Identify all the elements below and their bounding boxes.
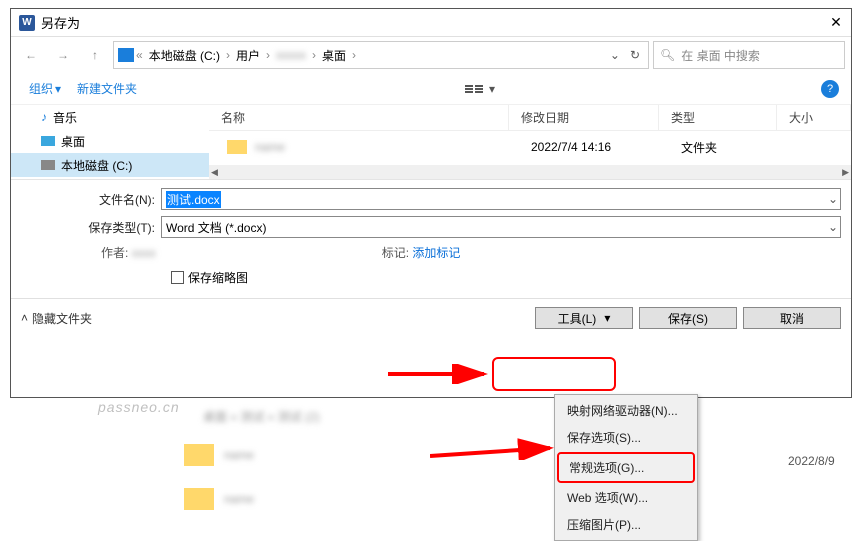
titlebar: W 另存为 ✕	[11, 9, 851, 37]
list-row[interactable]: name 2022/7/4 14:16 文件夹	[209, 131, 851, 163]
filetype-select[interactable]: Word 文档 (*.docx) ⌄	[161, 216, 841, 238]
organize-button[interactable]: 组织▾	[23, 76, 67, 101]
view-mode-icon[interactable]	[465, 85, 483, 93]
path-seg-drive[interactable]: 本地磁盘 (C:)	[145, 45, 224, 66]
menu-item-save-options[interactable]: 保存选项(S)...	[557, 424, 695, 451]
help-icon[interactable]: ?	[821, 80, 839, 98]
filetype-value: Word 文档 (*.docx)	[166, 219, 266, 236]
author-value-blur: xxxx	[132, 246, 182, 260]
checkbox-box	[171, 271, 184, 284]
toolbar: 组织▾ 新建文件夹 ▾ ?	[11, 73, 851, 105]
path-seg-desktop[interactable]: 桌面	[318, 45, 350, 66]
header-modified[interactable]: 修改日期	[509, 105, 659, 130]
music-icon: ♪	[41, 110, 47, 124]
address-row: ← → ↑ « 本地磁盘 (C:) › 用户 › xxxxx › 桌面 › ⌄ …	[11, 37, 851, 73]
file-list: 名称 修改日期 类型 大小 name 2022/7/4 14:16 文件夹	[209, 105, 851, 179]
row-type: 文件夹	[681, 139, 799, 156]
path-dropdown-icon[interactable]: ⌄	[610, 48, 620, 62]
thumbnail-checkbox[interactable]: 保存缩略图	[21, 269, 841, 286]
nav-up-icon[interactable]: ↑	[81, 42, 109, 68]
tree-item-music[interactable]: ♪ 音乐	[11, 105, 209, 129]
hide-folders-toggle[interactable]: ˄ 隐藏文件夹	[21, 310, 92, 327]
chevron-icon: «	[134, 48, 145, 62]
folder-tree: ♪ 音乐 桌面 本地磁盘 (C:)	[11, 105, 209, 179]
folder-icon	[227, 140, 247, 154]
chevron-right-icon: ›	[264, 48, 272, 62]
bg-crumb: 桌面 » 测试 » 测试 (2)	[203, 408, 320, 425]
search-icon: 🔍︎	[660, 48, 675, 62]
author-label: 作者:	[101, 246, 128, 260]
chevron-down-icon: ▾	[55, 82, 61, 96]
tags-label: 标记:	[382, 246, 409, 260]
cancel-button[interactable]: 取消	[743, 307, 841, 329]
refresh-icon[interactable]: ↻	[630, 48, 640, 62]
close-icon[interactable]: ✕	[829, 16, 843, 30]
filename-value: 测试.docx	[166, 191, 221, 208]
tools-dropdown-menu: 映射网络驱动器(N)... 保存选项(S)... 常规选项(G)... Web …	[554, 394, 698, 541]
filetype-dropdown-icon[interactable]: ⌄	[828, 220, 838, 234]
address-bar[interactable]: « 本地磁盘 (C:) › 用户 › xxxxx › 桌面 › ⌄ ↻	[113, 41, 649, 69]
thumbnail-label: 保存缩略图	[188, 269, 248, 286]
newfolder-button[interactable]: 新建文件夹	[71, 76, 143, 101]
header-type[interactable]: 类型	[659, 105, 777, 130]
header-name[interactable]: 名称	[209, 105, 509, 130]
path-seg-user[interactable]: 用户	[232, 45, 264, 66]
annotation-red-box	[492, 357, 616, 391]
watermark: passneo.cn	[98, 399, 180, 415]
bg-date: 2022/8/9	[788, 454, 835, 468]
filename-dropdown-icon[interactable]: ⌄	[828, 192, 838, 206]
annotation-arrow-2	[430, 436, 560, 460]
menu-item-web-options[interactable]: Web 选项(W)...	[557, 484, 695, 511]
word-app-icon: W	[19, 15, 35, 31]
chevron-right-icon: ›	[224, 48, 232, 62]
row-name-blur: name	[255, 140, 315, 154]
tools-button[interactable]: 工具(L) ▾	[535, 307, 633, 329]
disk-icon	[41, 160, 55, 170]
tags-value[interactable]: 添加标记	[412, 246, 460, 260]
tree-item-disk[interactable]: 本地磁盘 (C:)	[11, 153, 209, 177]
nav-fwd-icon[interactable]: →	[49, 42, 77, 68]
header-size[interactable]: 大小	[777, 105, 851, 130]
annotation-arrow-1	[388, 364, 498, 384]
search-input[interactable]: 🔍︎ 在 桌面 中搜索	[653, 41, 845, 69]
save-as-dialog: W 另存为 ✕ ← → ↑ « 本地磁盘 (C:) › 用户 › xxxxx ›…	[10, 8, 852, 398]
bg-folder-row-1: name	[184, 444, 294, 466]
list-header: 名称 修改日期 类型 大小	[209, 105, 851, 131]
nav-back-icon[interactable]: ←	[17, 42, 45, 68]
menu-item-map-drive[interactable]: 映射网络驱动器(N)...	[557, 397, 695, 424]
menu-item-general-options[interactable]: 常规选项(G)...	[557, 452, 695, 483]
save-button[interactable]: 保存(S)	[639, 307, 737, 329]
filename-input[interactable]: 测试.docx ⌄	[161, 188, 841, 210]
desktop-icon	[41, 136, 55, 146]
chevron-down-icon: ▾	[604, 311, 610, 325]
dialog-title: 另存为	[41, 13, 829, 32]
form-area: 文件名(N): 测试.docx ⌄ 保存类型(T): Word 文档 (*.do…	[11, 179, 851, 298]
filename-label: 文件名(N):	[21, 191, 161, 208]
path-seg-blur[interactable]: xxxxx	[272, 46, 310, 64]
path-drive-icon	[118, 48, 134, 62]
chevron-up-icon: ˄	[21, 311, 28, 325]
chevron-right-icon: ›	[310, 48, 318, 62]
scroll-horizontal[interactable]	[209, 165, 851, 179]
chevron-right-icon: ›	[350, 48, 358, 62]
footer: ˄ 隐藏文件夹 工具(L) ▾ 保存(S) 取消	[11, 298, 851, 339]
search-placeholder: 在 桌面 中搜索	[681, 47, 760, 64]
tree-item-desktop[interactable]: 桌面	[11, 129, 209, 153]
bg-folder-row-2: name	[184, 488, 274, 510]
filetype-label: 保存类型(T):	[21, 219, 161, 236]
row-modified: 2022/7/4 14:16	[531, 140, 681, 154]
menu-item-compress-pics[interactable]: 压缩图片(P)...	[557, 511, 695, 538]
